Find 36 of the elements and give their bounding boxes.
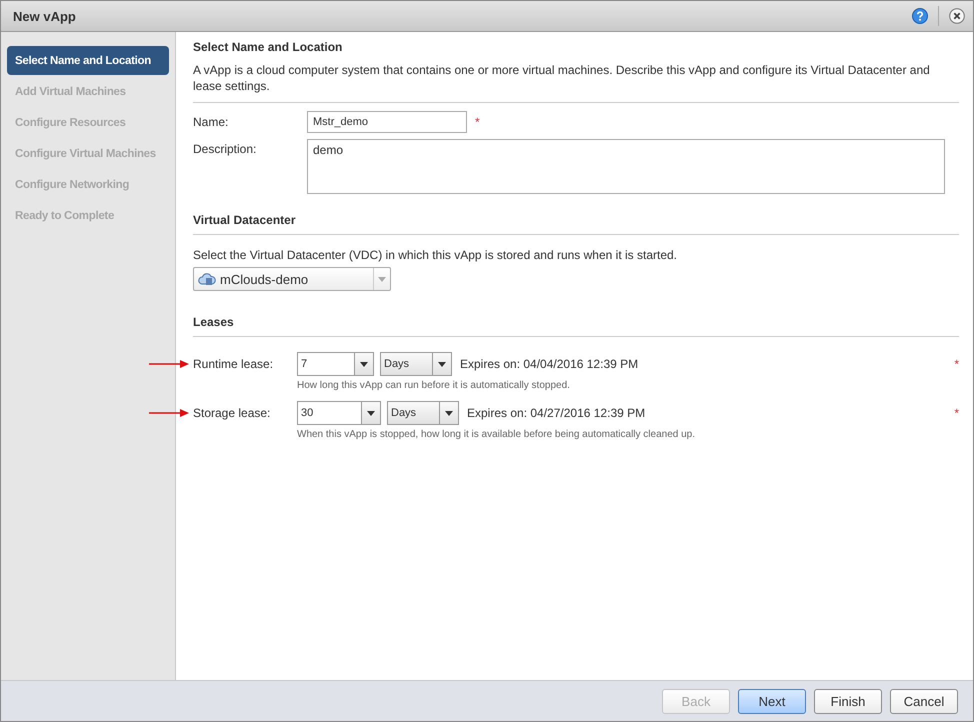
caret-icon (445, 410, 453, 416)
hint-text: When this vApp is stopped, how long it is available before being automatically cleaned up. (297, 429, 696, 440)
required-mark: * (954, 357, 959, 371)
wizard-step[interactable]: Select Name and Location (7, 46, 169, 75)
description-field[interactable]: demo (307, 139, 945, 194)
expiry-text: Expires on: 04/04/2016 12:39 PM (460, 357, 640, 371)
required-mark: * (954, 406, 959, 420)
unit-dropdown[interactable]: Days (387, 401, 459, 425)
caret-icon (360, 362, 368, 366)
caret-icon (378, 276, 386, 282)
field-label: Runtime lease: (193, 357, 274, 371)
expiry-text: Expires on: 04/27/2016 12:39 PM (467, 406, 646, 420)
field-label: Description: (193, 141, 258, 156)
caret-icon (438, 362, 446, 366)
field-label: Name: (193, 115, 230, 129)
caret-icon (367, 410, 375, 416)
name-field[interactable]: Mstr_demo (307, 111, 467, 133)
lease-duration-field[interactable]: 30 (297, 401, 381, 425)
hint-text: How long this vApp can run before it is automatically stopped. (297, 380, 571, 391)
section-heading: Virtual Datacenter (193, 213, 959, 235)
wizard-button[interactable]: Next (738, 688, 806, 714)
section-heading: Select Name and Location (193, 40, 344, 54)
help-icon[interactable] (912, 8, 928, 24)
field-label: Storage lease: (193, 406, 272, 420)
section-heading: Leases (193, 315, 959, 337)
datacenter-dropdown[interactable]: mClouds-demo (193, 267, 391, 291)
intro-text: A vApp is a cloud computer system that contains one or more virtual machines. Describe this vApp and configure its Virtual Datacenter and lease settings. (193, 62, 959, 103)
lease-duration-field[interactable]: 7 (297, 352, 374, 376)
cloud-icon (198, 272, 216, 286)
wizard-button[interactable]: Cancel (890, 688, 958, 714)
window-title: New vApp (13, 8, 77, 24)
close-icon[interactable] (949, 8, 965, 24)
wizard-button[interactable]: Finish (814, 688, 882, 714)
unit-dropdown[interactable]: Days (380, 352, 452, 376)
datacenter-text: Select the Virtual Datacenter (VDC) in which this vApp is stored and runs when it is started. (193, 247, 678, 263)
required-mark: * (475, 115, 480, 129)
